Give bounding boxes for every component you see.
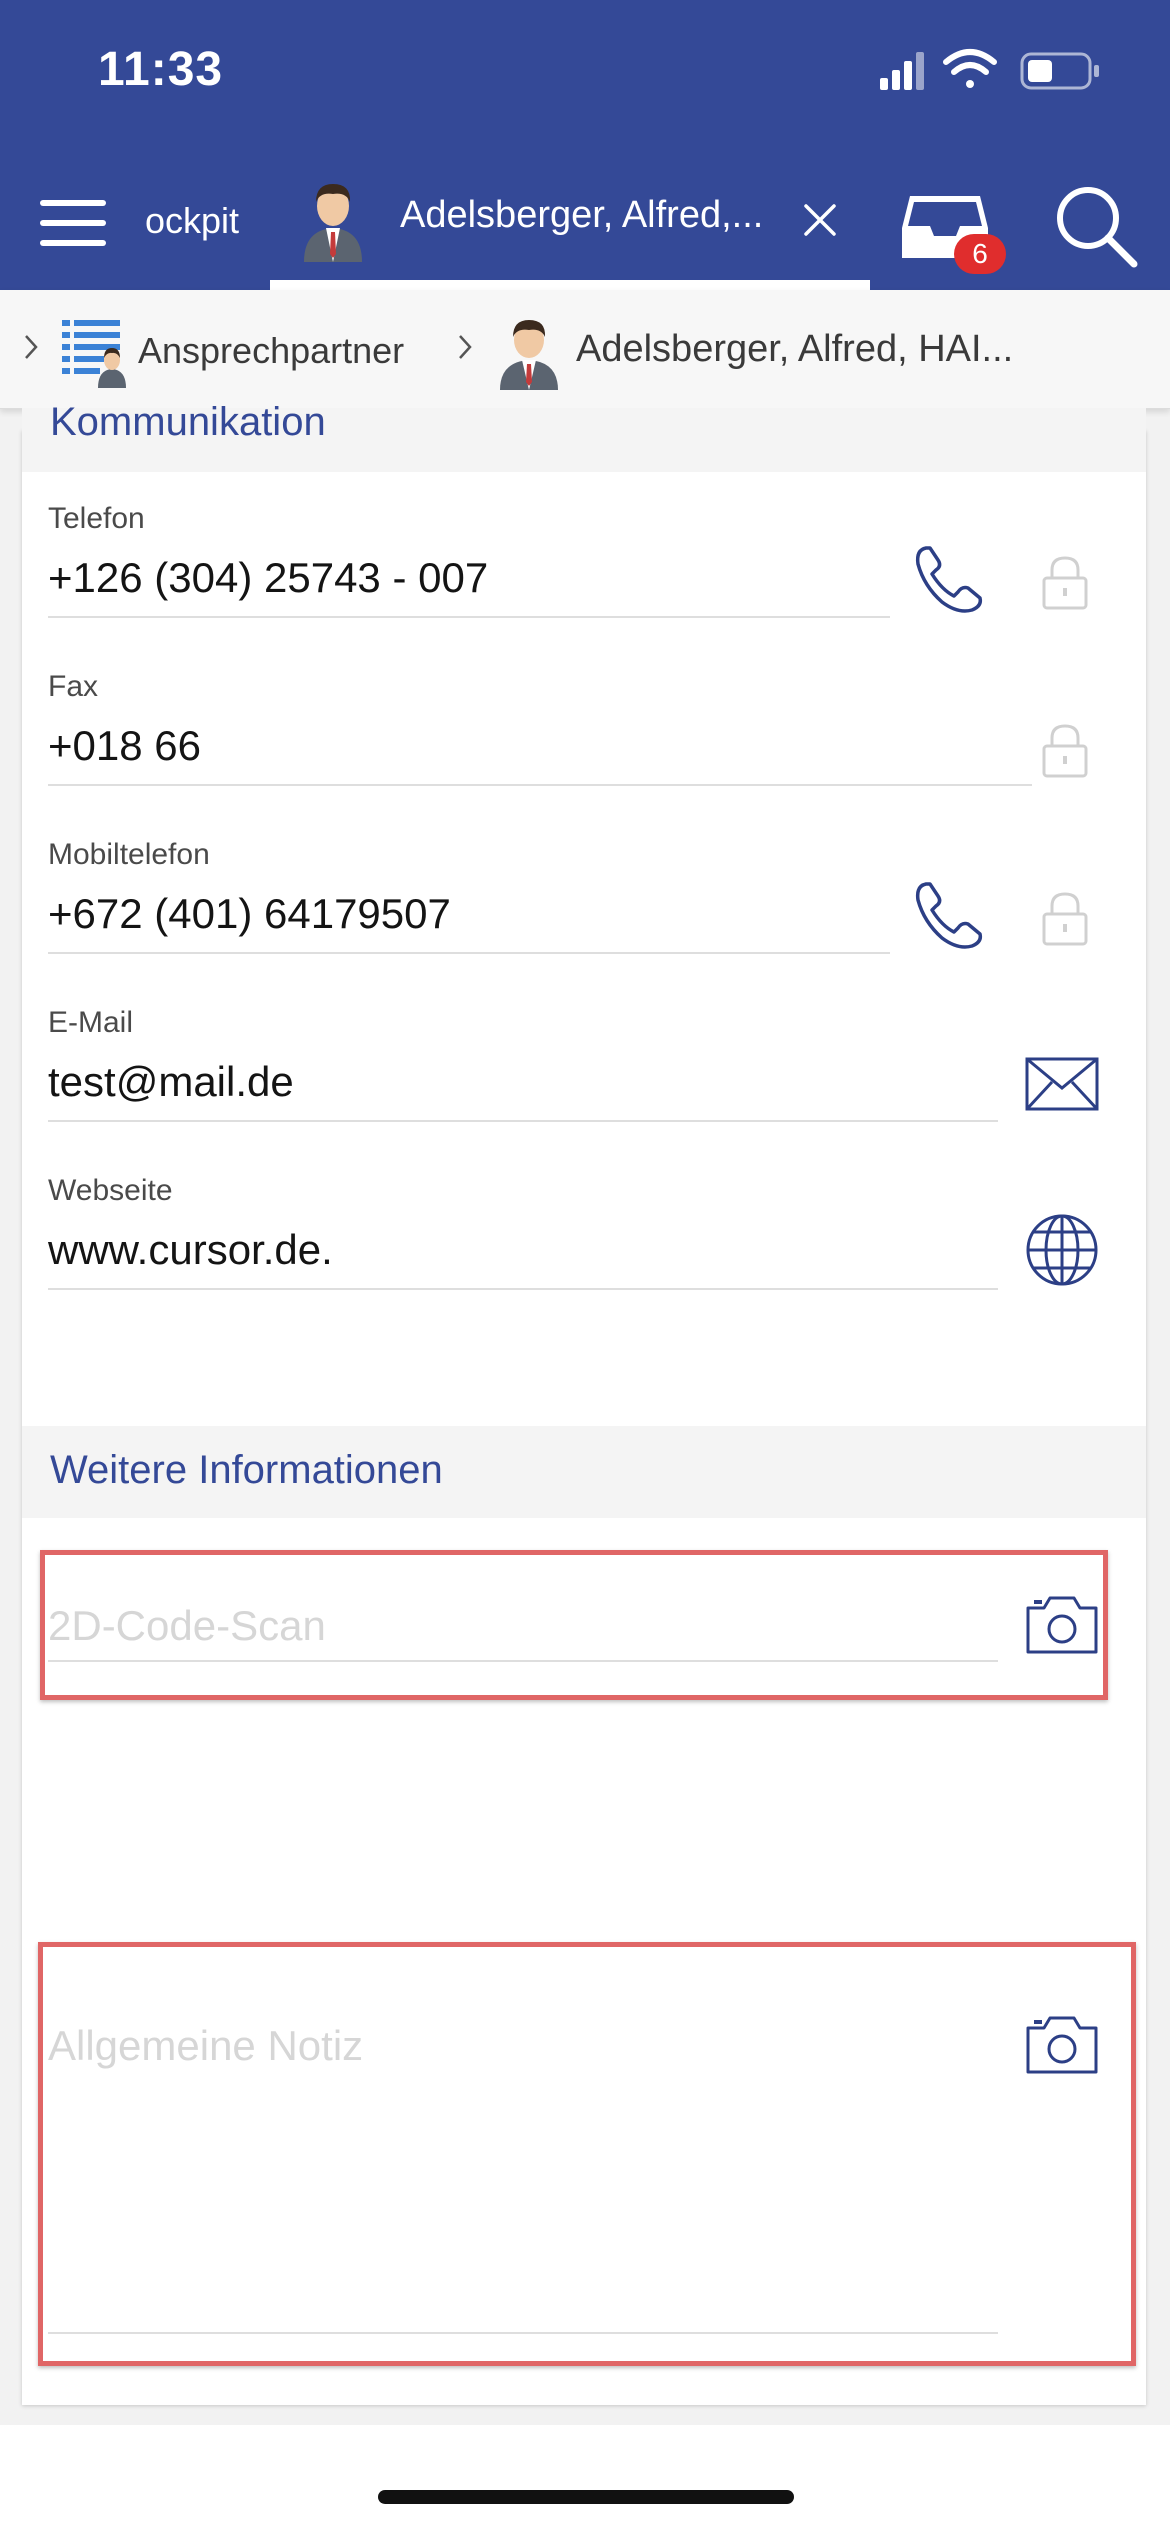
lock-icon [1042, 556, 1088, 610]
email-underline [48, 1120, 998, 1122]
active-tab-indicator [270, 280, 870, 290]
inbox-badge: 6 [954, 234, 1006, 274]
search-icon[interactable] [1050, 180, 1140, 270]
close-icon[interactable] [800, 200, 840, 240]
breadcrumb-item-current[interactable]: Adelsberger, Alfred, HAI... [576, 328, 1096, 371]
breadcrumb-item-ansprechpartner[interactable]: Ansprechpartner [138, 330, 404, 372]
battery-icon [1020, 52, 1099, 90]
section-header-weitere: Weitere Informationen [22, 1426, 1146, 1518]
detail-card: Kommunikation Telefon +126 (304) 25743 -… [22, 400, 1146, 2405]
telefon-underline [48, 616, 890, 618]
telefon-field[interactable]: +126 (304) 25743 - 007 [48, 554, 488, 602]
mobiltelefon-underline [48, 952, 890, 954]
phone-icon[interactable] [912, 542, 986, 616]
webseite-field[interactable]: www.cursor.de. [48, 1226, 333, 1274]
phone-icon[interactable] [912, 878, 986, 952]
section-title-kommunikation: Kommunikation [50, 400, 326, 444]
fax-label: Fax [48, 670, 99, 703]
section-title-weitere: Weitere Informationen [50, 1448, 443, 1492]
wifi-icon [943, 49, 997, 88]
fax-field[interactable]: +018 66 [48, 722, 201, 770]
breadcrumb: Ansprechpartner Adelsberger, Alfred, HAI… [0, 290, 1170, 409]
globe-icon[interactable] [1024, 1212, 1100, 1288]
person-avatar-icon [500, 320, 558, 390]
tab-cockpit[interactable]: ockpit [145, 200, 239, 242]
list-person-icon[interactable] [60, 318, 130, 388]
section-header-kommunikation: Kommunikation [22, 400, 1146, 472]
email-field[interactable]: test@mail.de [48, 1058, 294, 1106]
lock-icon [1042, 724, 1088, 778]
webseite-label: Webseite [48, 1174, 173, 1207]
highlight-code-scan [40, 1550, 1108, 1700]
app-screen: 11:33 ockpit Adelsberger, Alfred,... 6 A… [0, 0, 1170, 2532]
bottom-area [0, 2425, 1170, 2532]
webseite-underline [48, 1288, 998, 1290]
home-indicator[interactable] [378, 2490, 794, 2504]
status-time: 11:33 [98, 43, 224, 96]
fax-underline [48, 784, 1032, 786]
mobiltelefon-field[interactable]: +672 (401) 64179507 [48, 890, 451, 938]
chevron-right-icon [459, 335, 472, 359]
highlight-note [38, 1942, 1136, 2366]
lock-icon [1042, 892, 1088, 946]
tab-adelsberger[interactable]: Adelsberger, Alfred,... [270, 160, 870, 290]
menu-icon[interactable] [40, 194, 110, 254]
mobiltelefon-label: Mobiltelefon [48, 838, 210, 871]
person-avatar-icon [304, 184, 362, 262]
header: 11:33 ockpit Adelsberger, Alfred,... 6 [0, 0, 1170, 290]
toolbar: ockpit Adelsberger, Alfred,... 6 [0, 160, 1170, 290]
active-tab-label: Adelsberger, Alfred,... [400, 194, 764, 236]
signal-icon [880, 52, 924, 90]
email-label: E-Mail [48, 1006, 134, 1039]
telefon-label: Telefon [48, 502, 145, 535]
mail-icon[interactable] [1024, 1056, 1100, 1112]
chevron-right-icon [25, 335, 38, 359]
status-icons [880, 48, 1120, 94]
inbox-button[interactable]: 6 [900, 188, 1010, 278]
